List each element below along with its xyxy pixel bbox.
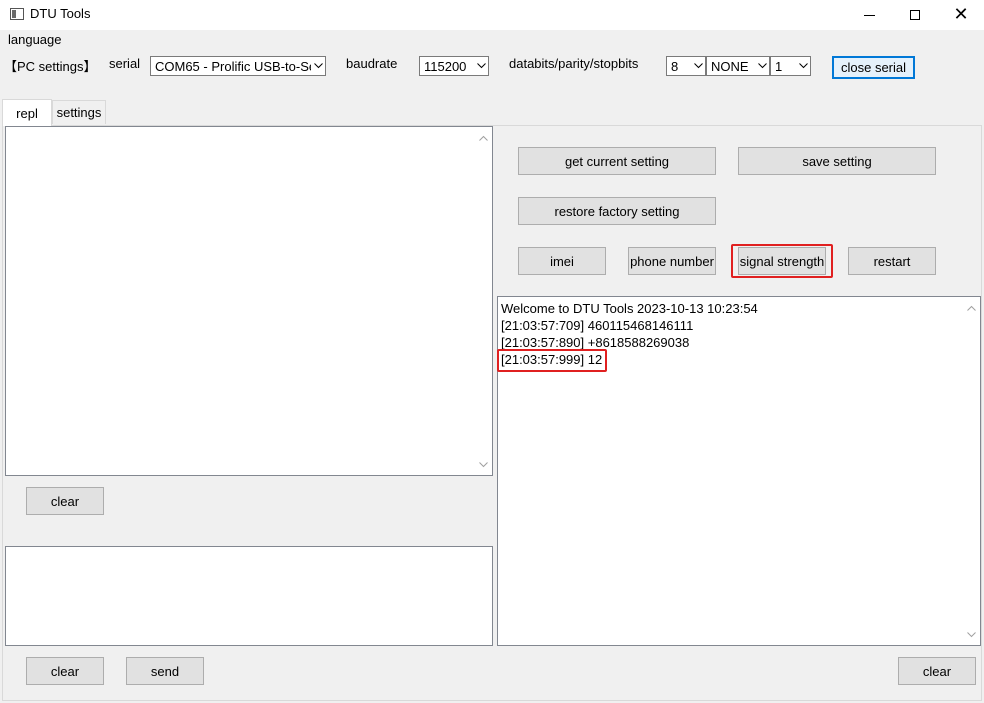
chevron-down-icon bbox=[311, 63, 325, 69]
repl-input-clear-button[interactable]: clear bbox=[26, 657, 104, 685]
title-bar bbox=[0, 0, 984, 30]
scroll-down-arrow-icon[interactable] bbox=[475, 456, 492, 473]
maximize-icon bbox=[910, 10, 920, 20]
scroll-up-arrow-icon[interactable] bbox=[963, 299, 980, 316]
window-title: DTU Tools bbox=[30, 6, 91, 21]
app-window-icon bbox=[10, 8, 24, 20]
maximize-button[interactable] bbox=[892, 0, 938, 30]
chevron-down-icon bbox=[691, 63, 705, 69]
baudrate-label: baudrate bbox=[346, 56, 398, 71]
repl-input-textbox[interactable] bbox=[5, 546, 493, 646]
get-current-setting-button[interactable]: get current setting bbox=[518, 147, 716, 175]
restart-button[interactable]: restart bbox=[848, 247, 936, 275]
device-log-clear-button[interactable]: clear bbox=[898, 657, 976, 685]
scroll-down-arrow-icon[interactable] bbox=[963, 626, 980, 643]
data-format-label: databits/parity/stopbits bbox=[509, 56, 639, 71]
log-line: [21:03:57:709] 460115468146111 bbox=[501, 318, 694, 333]
signal-strength-highlight-box bbox=[731, 244, 833, 278]
serial-port-value: COM65 - Prolific USB-to-Serial Comm Port bbox=[155, 58, 311, 74]
chevron-down-icon bbox=[474, 63, 488, 69]
log-line: [21:03:57:890] +8618588269038 bbox=[501, 335, 690, 350]
stopbits-select[interactable]: 1 bbox=[770, 56, 811, 76]
baudrate-select[interactable]: 115200 bbox=[419, 56, 489, 76]
chevron-down-icon bbox=[755, 63, 769, 69]
save-setting-button[interactable]: save setting bbox=[738, 147, 936, 175]
baudrate-value: 115200 bbox=[424, 58, 467, 74]
log-line-highlight-box bbox=[497, 349, 607, 372]
close-window-button[interactable]: ✕ bbox=[938, 0, 984, 30]
serial-port-select[interactable]: COM65 - Prolific USB-to-Serial Comm Port bbox=[150, 56, 326, 76]
minimize-button[interactable] bbox=[846, 0, 892, 30]
close-serial-button[interactable]: close serial bbox=[832, 56, 915, 79]
restore-factory-setting-button[interactable]: restore factory setting bbox=[518, 197, 716, 225]
serial-label: serial bbox=[109, 56, 141, 71]
repl-output-scrollbar[interactable] bbox=[475, 127, 492, 475]
phone-number-button[interactable]: phone number bbox=[628, 247, 716, 275]
chevron-down-icon bbox=[796, 63, 810, 69]
menu-language[interactable]: language bbox=[8, 32, 62, 47]
send-button[interactable]: send bbox=[126, 657, 204, 685]
stopbits-value: 1 bbox=[775, 58, 783, 74]
close-icon: ✕ bbox=[953, 4, 969, 25]
repl-output-textbox[interactable] bbox=[5, 126, 493, 476]
pc-settings-label: 【PC settings】 bbox=[4, 59, 97, 74]
tab-repl[interactable]: repl bbox=[2, 99, 52, 126]
scroll-up-arrow-icon[interactable] bbox=[475, 129, 492, 146]
databits-value: 8 bbox=[671, 58, 679, 74]
minimize-icon bbox=[863, 14, 875, 16]
databits-select[interactable]: 8 bbox=[666, 56, 706, 76]
device-log-scrollbar[interactable] bbox=[963, 297, 980, 645]
repl-output-clear-button[interactable]: clear bbox=[26, 487, 104, 515]
parity-select[interactable]: NONE bbox=[706, 56, 770, 76]
log-line: Welcome to DTU Tools 2023-10-13 10:23:54 bbox=[501, 301, 758, 316]
imei-button[interactable]: imei bbox=[518, 247, 606, 275]
tab-settings[interactable]: settings bbox=[52, 100, 106, 124]
parity-value: NONE bbox=[711, 58, 749, 74]
